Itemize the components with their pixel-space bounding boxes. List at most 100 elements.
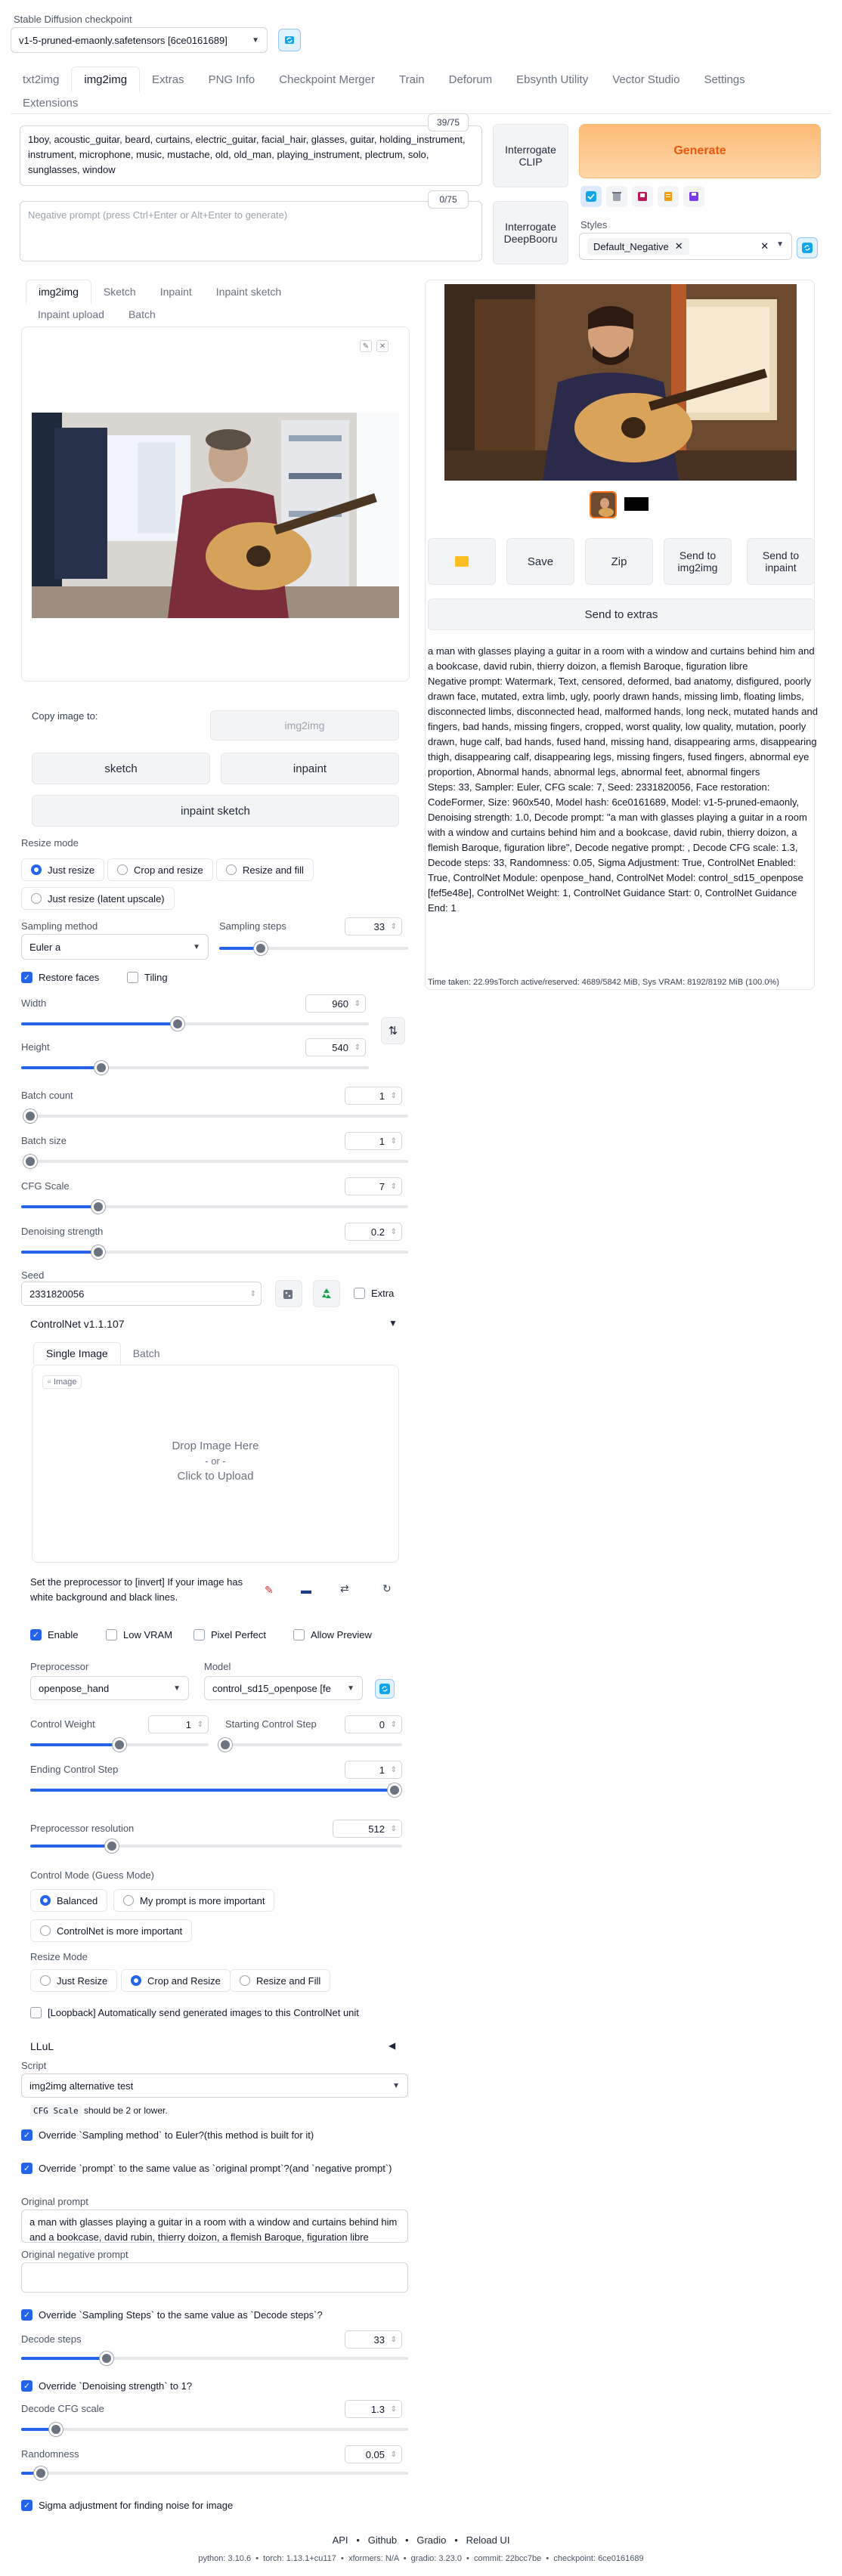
override-sampling-checkbox[interactable]: ✓ Override `Sampling method` to Euler?(th… <box>21 2129 314 2141</box>
collapse-triangle-icon[interactable]: ▼ <box>388 1318 398 1328</box>
subtab-inpaint-upload[interactable]: Inpaint upload <box>26 304 116 325</box>
slider-thumb[interactable] <box>105 1839 119 1853</box>
slider-thumb[interactable] <box>49 2423 63 2436</box>
edit-icon[interactable]: ✎ <box>360 340 372 352</box>
preprocessor-resolution-slider[interactable] <box>30 1839 402 1853</box>
control-mode-prompt[interactable]: My prompt is more important <box>113 1889 275 1912</box>
resize-and-fill[interactable]: Resize and fill <box>216 858 314 881</box>
bookmark-icon[interactable] <box>632 186 653 207</box>
slider-thumb[interactable] <box>91 1200 106 1214</box>
slider-thumb[interactable] <box>388 1783 401 1797</box>
decode-cfg-input[interactable]: 1.3 <box>345 2400 402 2418</box>
slider-thumb[interactable] <box>113 1738 126 1752</box>
preprocessor-resolution-input[interactable]: 512 <box>333 1820 402 1838</box>
close-icon[interactable]: ✕ <box>675 240 683 252</box>
batch-size-input[interactable]: 1 <box>345 1132 402 1150</box>
negative-prompt-textarea[interactable]: Negative prompt (press Ctrl+Enter or Alt… <box>20 201 482 261</box>
subtab-sketch[interactable]: Sketch <box>91 280 148 304</box>
preprocessor-dropdown[interactable]: openpose_hand ▼ <box>30 1676 189 1700</box>
randomness-slider[interactable] <box>21 2466 408 2480</box>
model-dropdown[interactable]: control_sd15_openpose [fe ▼ <box>204 1676 363 1700</box>
tab-vector-studio[interactable]: Vector Studio <box>600 66 692 92</box>
slider-thumb[interactable] <box>94 1061 108 1075</box>
override-denoising-checkbox[interactable]: ✓ Override `Denoising strength` to 1? <box>21 2380 192 2392</box>
sampling-method-dropdown[interactable]: Euler a ▼ <box>21 934 209 960</box>
cfg-scale-input[interactable]: 7 <box>345 1177 402 1195</box>
slider-thumb[interactable] <box>23 1155 37 1168</box>
apply-icon[interactable] <box>580 186 602 207</box>
refresh-styles-icon[interactable] <box>797 237 818 258</box>
pencil-icon[interactable]: ✎ <box>265 1584 274 1597</box>
send-to-img2img-button[interactable]: Send to img2img <box>664 538 732 585</box>
starting-step-input[interactable]: 0 <box>345 1715 402 1733</box>
cn-resize-just[interactable]: Just Resize <box>30 1969 118 1992</box>
decode-steps-slider[interactable] <box>21 2352 408 2365</box>
subtab-batch[interactable]: Batch <box>116 304 168 325</box>
original-negative-textarea[interactable] <box>21 2262 408 2293</box>
original-prompt-textarea[interactable]: a man with glasses playing a guitar in a… <box>21 2210 408 2243</box>
interrogate-clip-button[interactable]: Interrogate CLIP <box>493 124 568 187</box>
interrogate-deepbooru-button[interactable]: Interrogate DeepBooru <box>493 201 568 264</box>
slider-thumb[interactable] <box>91 1245 106 1259</box>
cn-resize-crop[interactable]: Crop and Resize <box>121 1969 231 1992</box>
collapse-triangle-left-icon[interactable]: ◀ <box>388 2040 395 2051</box>
slider-thumb[interactable] <box>254 942 268 955</box>
batch-size-slider[interactable] <box>23 1155 408 1168</box>
slider-thumb[interactable] <box>33 2466 48 2480</box>
height-slider[interactable] <box>21 1061 369 1075</box>
ending-step-input[interactable]: 1 <box>345 1761 402 1779</box>
generate-button[interactable]: Generate <box>579 124 821 178</box>
trash-icon[interactable] <box>606 186 627 207</box>
copy-to-inpaint-button[interactable]: inpaint <box>221 753 399 784</box>
width-input[interactable]: 960 <box>305 994 366 1013</box>
override-steps-checkbox[interactable]: ✓ Override `Sampling Steps` to the same v… <box>21 2309 323 2321</box>
tab-txt2img[interactable]: txt2img <box>11 66 71 92</box>
tiling-checkbox[interactable]: Tiling <box>127 972 168 983</box>
script-dropdown[interactable]: img2img alternative test ▼ <box>21 2073 408 2098</box>
api-link[interactable]: API <box>333 2534 348 2546</box>
copy-to-sketch-button[interactable]: sketch <box>32 753 210 784</box>
subtab-img2img[interactable]: img2img <box>26 280 91 304</box>
save-style-icon[interactable] <box>683 186 704 207</box>
tab-settings[interactable]: Settings <box>692 66 757 92</box>
swap-dimensions-icon[interactable]: ⇅ <box>381 1017 405 1044</box>
refresh-icon[interactable] <box>278 29 301 51</box>
zip-button[interactable]: Zip <box>585 538 653 585</box>
control-weight-slider[interactable] <box>30 1738 209 1752</box>
decode-cfg-slider[interactable] <box>21 2423 408 2436</box>
open-folder-button[interactable] <box>428 538 496 585</box>
controlnet-lowvram-checkbox[interactable]: Low VRAM <box>106 1629 172 1641</box>
rotate-icon[interactable]: ↻ <box>382 1582 392 1595</box>
decode-steps-input[interactable]: 33 <box>345 2330 402 2349</box>
tab-checkpoint-merger[interactable]: Checkpoint Merger <box>267 66 387 92</box>
controlnet-allow-preview-checkbox[interactable]: Allow Preview <box>293 1629 372 1641</box>
resize-just-resize[interactable]: Just resize <box>21 858 105 881</box>
sampling-steps-slider[interactable] <box>219 942 408 955</box>
height-input[interactable]: 540 <box>305 1038 366 1056</box>
batch-count-slider[interactable] <box>23 1109 408 1123</box>
tab-extensions[interactable]: Extensions <box>11 92 90 113</box>
extra-seed-checkbox[interactable]: Extra <box>354 1288 394 1299</box>
loopback-checkbox[interactable]: [Loopback] Automatically send generated … <box>30 2007 359 2018</box>
close-icon[interactable]: ✕ <box>376 340 388 352</box>
override-prompt-checkbox[interactable]: ✓ Override `prompt` to the same value as … <box>21 2161 399 2176</box>
randomness-input[interactable]: 0.05 <box>345 2445 402 2463</box>
resize-latent-upscale[interactable]: Just resize (latent upscale) <box>21 887 175 910</box>
camera-icon[interactable]: ▬ <box>301 1584 311 1596</box>
styles-dropdown[interactable]: Default_Negative ✕ ✕ ▼ <box>579 233 792 260</box>
restore-faces-checkbox[interactable]: ✓ Restore faces <box>21 972 99 983</box>
refresh-models-icon[interactable] <box>375 1679 395 1699</box>
clear-icon[interactable]: ✕ <box>760 240 769 252</box>
input-image[interactable] <box>32 413 399 618</box>
send-to-inpaint-button[interactable]: Send to inpaint <box>747 538 815 585</box>
controlnet-tab-batch[interactable]: Batch <box>121 1342 172 1365</box>
tab-png-info[interactable]: PNG Info <box>197 66 268 92</box>
output-image[interactable] <box>444 284 797 481</box>
denoising-slider[interactable] <box>21 1245 408 1259</box>
slider-thumb[interactable] <box>218 1738 232 1752</box>
tab-extras[interactable]: Extras <box>140 66 197 92</box>
slider-thumb[interactable] <box>99 2352 113 2365</box>
controlnet-pixel-perfect-checkbox[interactable]: Pixel Perfect <box>193 1629 266 1641</box>
checkpoint-dropdown[interactable]: v1-5-pruned-emaonly.safetensors [6ce0161… <box>11 27 268 53</box>
clipboard-icon[interactable] <box>658 186 679 207</box>
